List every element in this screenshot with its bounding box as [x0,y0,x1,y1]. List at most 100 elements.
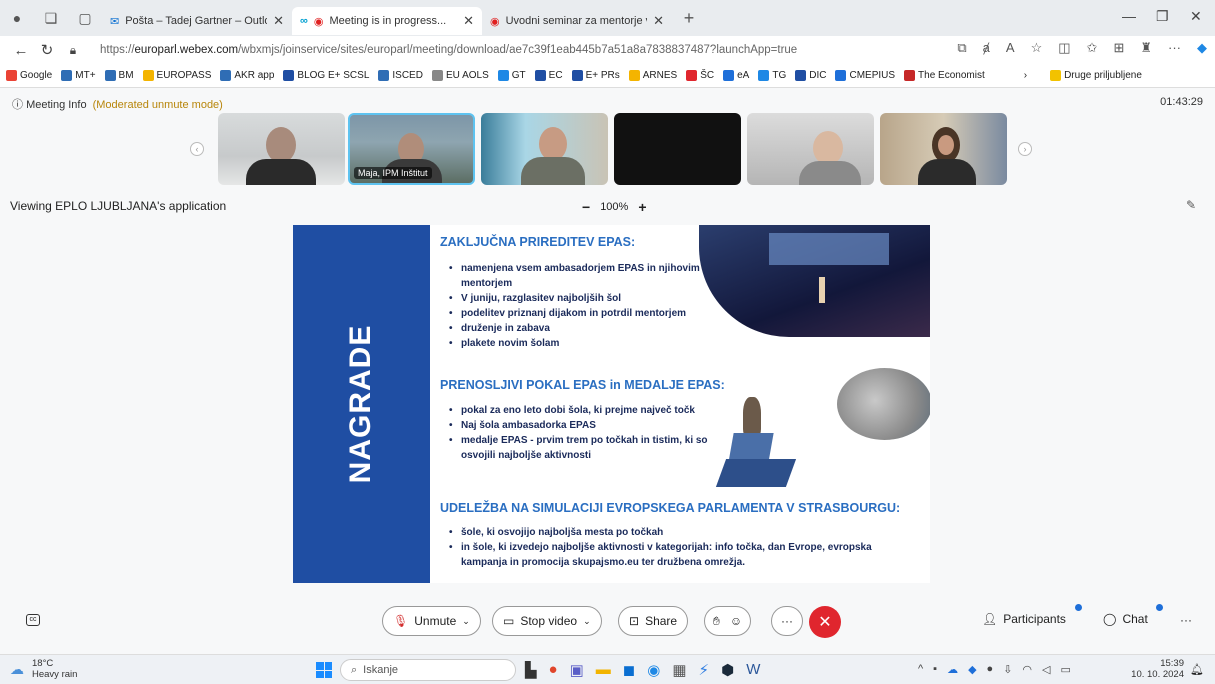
split-screen-icon[interactable]: ◫ [1058,40,1070,56]
usb-icon[interactable]: ⇩ [1003,663,1012,676]
more-options-button[interactable]: ··· [771,606,803,636]
bookmark-item[interactable]: EUROPASS [142,70,211,81]
teams-icon[interactable]: ▣ [570,661,584,679]
raise-hand-icon[interactable]: ✋︎ [713,614,720,629]
zoom-in-button[interactable]: + [638,199,646,215]
extensions-icon[interactable]: ♜ [1140,40,1152,56]
file-explorer-icon[interactable]: ▙ [525,661,537,679]
chrome-icon[interactable]: ● [549,661,558,679]
chevron-down-icon[interactable]: ⌄ [462,616,470,627]
chat-button[interactable]: ◯ Chat [1103,612,1148,626]
weather-widget[interactable]: 18°C Heavy rain [32,658,77,680]
notifications-bell-icon[interactable]: 🔔︎ [1190,663,1204,676]
tab-seminar[interactable]: ◉ Uvodni seminar za mentorje v pro ✕ [482,7,672,35]
reactions-icon[interactable]: ☺ [730,614,742,628]
bookmark-item[interactable]: DIC [795,70,826,81]
restore-icon[interactable]: ❐ [1156,8,1169,25]
wifi-icon[interactable]: ◠ [1022,663,1032,676]
more-panels-icon[interactable]: ··· [1180,613,1192,627]
favorites-icon[interactable]: ✩ [1087,40,1098,56]
bookmark-item[interactable]: Google [6,70,52,81]
webex-app-icon[interactable]: ⬢ [721,661,734,679]
video-tile[interactable] [880,113,1007,185]
closed-captions-icon[interactable]: cc [26,614,40,626]
chrome-tray-icon[interactable]: ● [987,663,994,676]
close-tab-icon[interactable]: ✕ [463,13,474,29]
read-aloud-icon[interactable]: ⱥ [983,40,990,56]
chevron-up-icon[interactable]: ^ [918,663,923,676]
app-icon[interactable]: ⚡︎ [699,661,710,679]
next-participants-icon[interactable]: › [1018,142,1032,156]
profile-icon[interactable]: ● [0,0,34,36]
battery-icon[interactable]: ▭ [1061,663,1071,676]
new-tab-icon[interactable]: + [672,0,706,36]
video-tile[interactable] [481,113,608,185]
bookmark-item[interactable]: CMEPIUS [835,70,895,81]
bookmark-item[interactable]: ARNES [628,70,677,81]
refresh-icon[interactable]: ↻ [34,41,60,59]
close-tab-icon[interactable]: ✕ [653,13,664,29]
bookmark-item[interactable]: GT [497,70,526,81]
prev-participants-icon[interactable]: ‹ [190,142,204,156]
start-icon[interactable] [316,662,332,678]
annotate-icon[interactable]: ✎ [1186,198,1196,212]
close-tab-icon[interactable]: ✕ [273,13,284,29]
url-field[interactable]: https://europarl.webex.com/wbxmjs/joinse… [100,44,797,56]
bookmark-item[interactable]: TG [758,70,786,81]
volume-icon[interactable]: ◁ [1042,663,1050,676]
minimize-icon[interactable]: — [1122,8,1136,24]
outlook-icon[interactable]: ◼ [623,661,635,679]
tab-actions-icon[interactable]: ▢ [68,0,102,36]
tab-outlook[interactable]: ✉ Pošta – Tadej Gartner – Outlook ✕ [102,7,292,35]
edge-icon[interactable]: ◉ [647,661,660,679]
taskbar-search[interactable]: ⌕ Iskanje [340,659,516,681]
tray-app-icon[interactable]: ▪ [933,663,937,676]
workspaces-icon[interactable]: ❏ [34,0,68,36]
bookmark-item[interactable]: MT+ [61,70,96,81]
more-icon[interactable]: ··· [1168,40,1181,56]
tab-webex-meeting[interactable]: ∞ ◉ Meeting is in progress... ✕ [292,7,482,35]
stop-video-button[interactable]: ▭ Stop video ⌄ [492,606,602,636]
unmute-button[interactable]: 🎙︎ Unmute ⌄ [382,606,481,636]
leave-meeting-button[interactable]: ✕ [809,606,841,638]
other-bookmarks-folder[interactable]: Druge priljubljene [1050,70,1142,81]
bookmark-item[interactable]: The Economist [904,70,985,81]
bookmark-item[interactable]: eA [723,70,749,81]
bookmark-label: ISCED [392,70,423,81]
word-icon[interactable]: W [746,661,760,679]
back-icon[interactable]: ← [8,42,34,59]
clock[interactable]: 15:39 10. 10. 2024 [1130,658,1184,680]
bookmark-item[interactable]: ŠC [686,70,714,81]
copilot-icon[interactable]: ◆ [1197,40,1207,56]
search-placeholder: Iskanje [363,664,399,676]
dropbox-icon[interactable]: ◆ [968,663,976,676]
video-tile[interactable] [747,113,874,185]
close-window-icon[interactable]: ✕ [1190,8,1202,25]
bookmark-item[interactable]: EC [534,70,563,81]
bookmark-item[interactable]: EU AOLS [431,70,489,81]
app-available-icon[interactable]: ⧉ [957,40,966,56]
favorite-star-icon[interactable]: ☆ [1031,40,1043,56]
bookmark-item[interactable]: E+ PRs [571,70,620,81]
lock-icon[interactable]: 🔒︎ [60,43,86,58]
folder-icon[interactable]: ▬ [596,661,611,679]
meeting-info[interactable]: ⓘ Meeting Info (Moderated unmute mode) [12,96,223,112]
collections-icon[interactable]: ⊞ [1113,40,1124,56]
calculator-icon[interactable]: ▦ [672,661,686,679]
weather-icon[interactable]: ☁ [10,661,24,678]
video-tile[interactable] [614,113,741,185]
bookmark-item[interactable]: BM [104,70,134,81]
zoom-out-button[interactable]: − [582,199,590,215]
url-prefix: https:// [100,44,135,56]
share-button[interactable]: ⊡ Share [618,606,689,636]
chevron-right-icon[interactable]: › [1024,70,1027,81]
onedrive-icon[interactable]: ☁ [947,663,958,676]
video-tile-selected[interactable]: Maja, IPM Inštitut [348,113,475,185]
participants-button[interactable]: 👤︎ Participants [982,612,1066,626]
bookmark-item[interactable]: AKR app [220,70,274,81]
bookmark-item[interactable]: ISCED [378,70,423,81]
bookmark-item[interactable]: BLOG E+ SCSL [283,70,369,81]
chevron-down-icon[interactable]: ⌄ [583,616,591,627]
video-tile[interactable] [218,113,345,185]
text-size-icon[interactable]: A [1006,40,1015,56]
